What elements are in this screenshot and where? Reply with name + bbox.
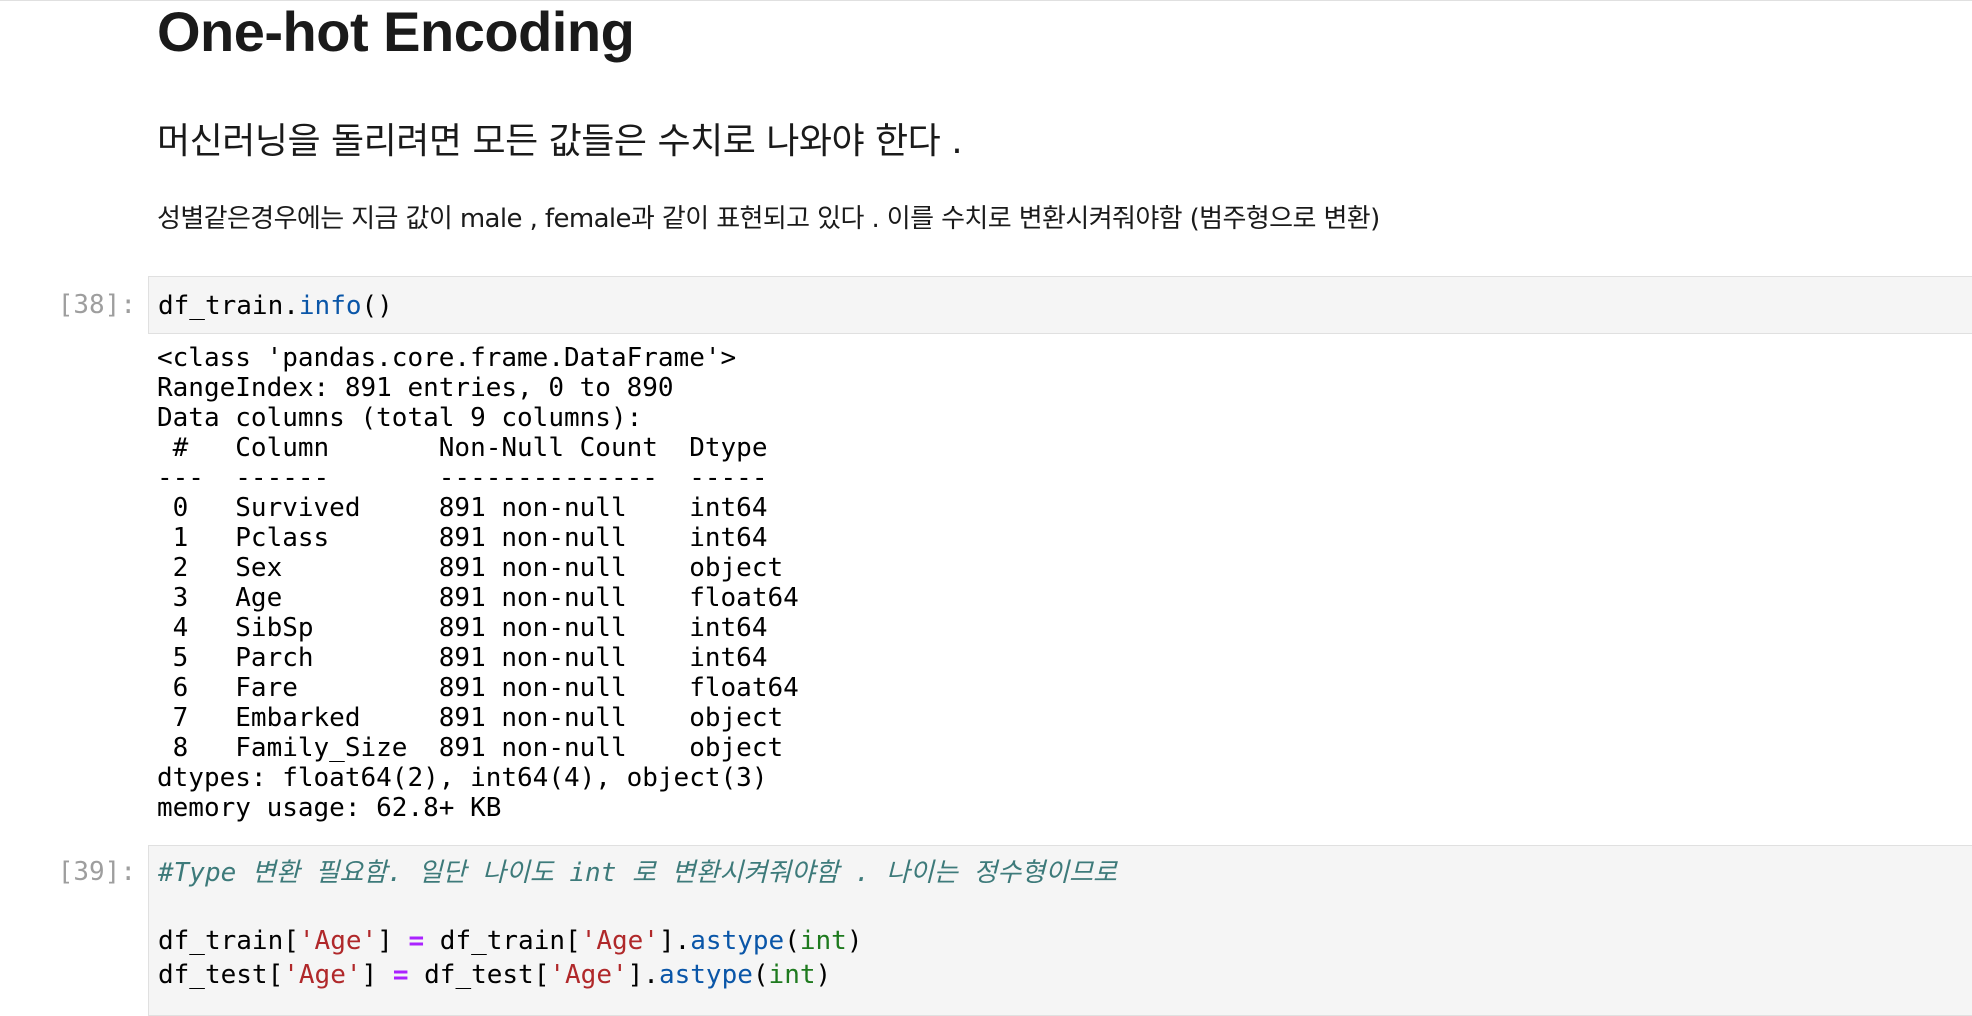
code-token: () (361, 291, 393, 321)
code-token-string: 'Age' (580, 926, 659, 956)
code-token: df_test[ (408, 960, 550, 990)
code-token-method: astype (658, 960, 753, 990)
code-token: ( (752, 960, 769, 990)
code-token-operator: = (408, 926, 425, 956)
cell-38-code-line: df_train.info() (158, 290, 393, 322)
cell-38-prompt: [38]: (57, 290, 136, 320)
output-line: # Column Non-Null Count Dtype (157, 433, 799, 463)
code-token: ) (846, 926, 863, 956)
output-line: <class 'pandas.core.frame.DataFrame'> (157, 343, 737, 373)
code-token: df_train. (158, 291, 299, 321)
cell-38-output: <class 'pandas.core.frame.DataFrame'> Ra… (157, 343, 799, 823)
code-token-operator: = (392, 960, 409, 990)
output-line: RangeIndex: 891 entries, 0 to 890 (157, 373, 674, 403)
markdown-heading-2: 머신러닝을 돌리려면 모든 값들은 수치로 나와야 한다 . (157, 121, 963, 162)
output-line: 8 Family_Size 891 non-null object (157, 733, 799, 763)
code-token-method: info (298, 291, 362, 321)
output-line: 5 Parch 891 non-null int64 (157, 643, 799, 673)
code-token-string: 'Age' (549, 960, 628, 990)
output-line: 2 Sex 891 non-null object (157, 553, 799, 583)
cell-39-code-line-1: df_train['Age'] = df_train['Age'].astype… (158, 925, 862, 957)
code-token-builtin: int (799, 926, 847, 956)
output-line: --- ------ -------------- ----- (157, 463, 799, 493)
code-token-builtin: int (768, 960, 816, 990)
code-token-string: 'Age' (283, 960, 362, 990)
cell-39-code-line-2: df_test['Age'] = df_test['Age'].astype(i… (158, 959, 831, 991)
code-token: ]. (658, 926, 691, 956)
code-token: ]. (627, 960, 659, 990)
code-token: ) (815, 960, 832, 990)
output-line: Data columns (total 9 columns): (157, 403, 643, 433)
code-token-string: 'Age' (298, 926, 378, 956)
output-line: 0 Survived 891 non-null int64 (157, 493, 799, 523)
output-line: 1 Pclass 891 non-null int64 (157, 523, 799, 553)
markdown-heading-1: One-hot Encoding (157, 0, 635, 63)
cell-39-comment-line: #Type 변환 필요함. 일단 나이도 int 로 변환시켜줘야함 . 나이는… (158, 858, 1117, 888)
output-line: 3 Age 891 non-null float64 (157, 583, 799, 613)
output-line: dtypes: float64(2), int64(4), object(3) (157, 763, 768, 793)
cell-38-code-editor[interactable]: df_train.info() (148, 276, 1972, 334)
output-line: 7 Embarked 891 non-null object (157, 703, 799, 733)
cell-39-code-editor[interactable]: #Type 변환 필요함. 일단 나이도 int 로 변환시켜줘야함 . 나이는… (148, 845, 1972, 1016)
output-line: 4 SibSp 891 non-null int64 (157, 613, 799, 643)
code-token: ( (784, 926, 800, 956)
code-token: ] (377, 926, 409, 956)
code-token: df_test[ (158, 960, 284, 990)
code-token: ] (361, 960, 393, 990)
markdown-paragraph: 성별같은경우에는 지금 값이 male , female과 같이 표현되고 있다… (157, 204, 1380, 234)
code-token: df_train[ (424, 926, 581, 956)
cell-39-prompt: [39]: (57, 857, 136, 887)
output-line: memory usage: 62.8+ KB (157, 793, 502, 823)
code-token: df_train[ (158, 926, 299, 956)
output-line: 6 Fare 891 non-null float64 (157, 673, 799, 703)
code-token-method: astype (690, 926, 785, 956)
